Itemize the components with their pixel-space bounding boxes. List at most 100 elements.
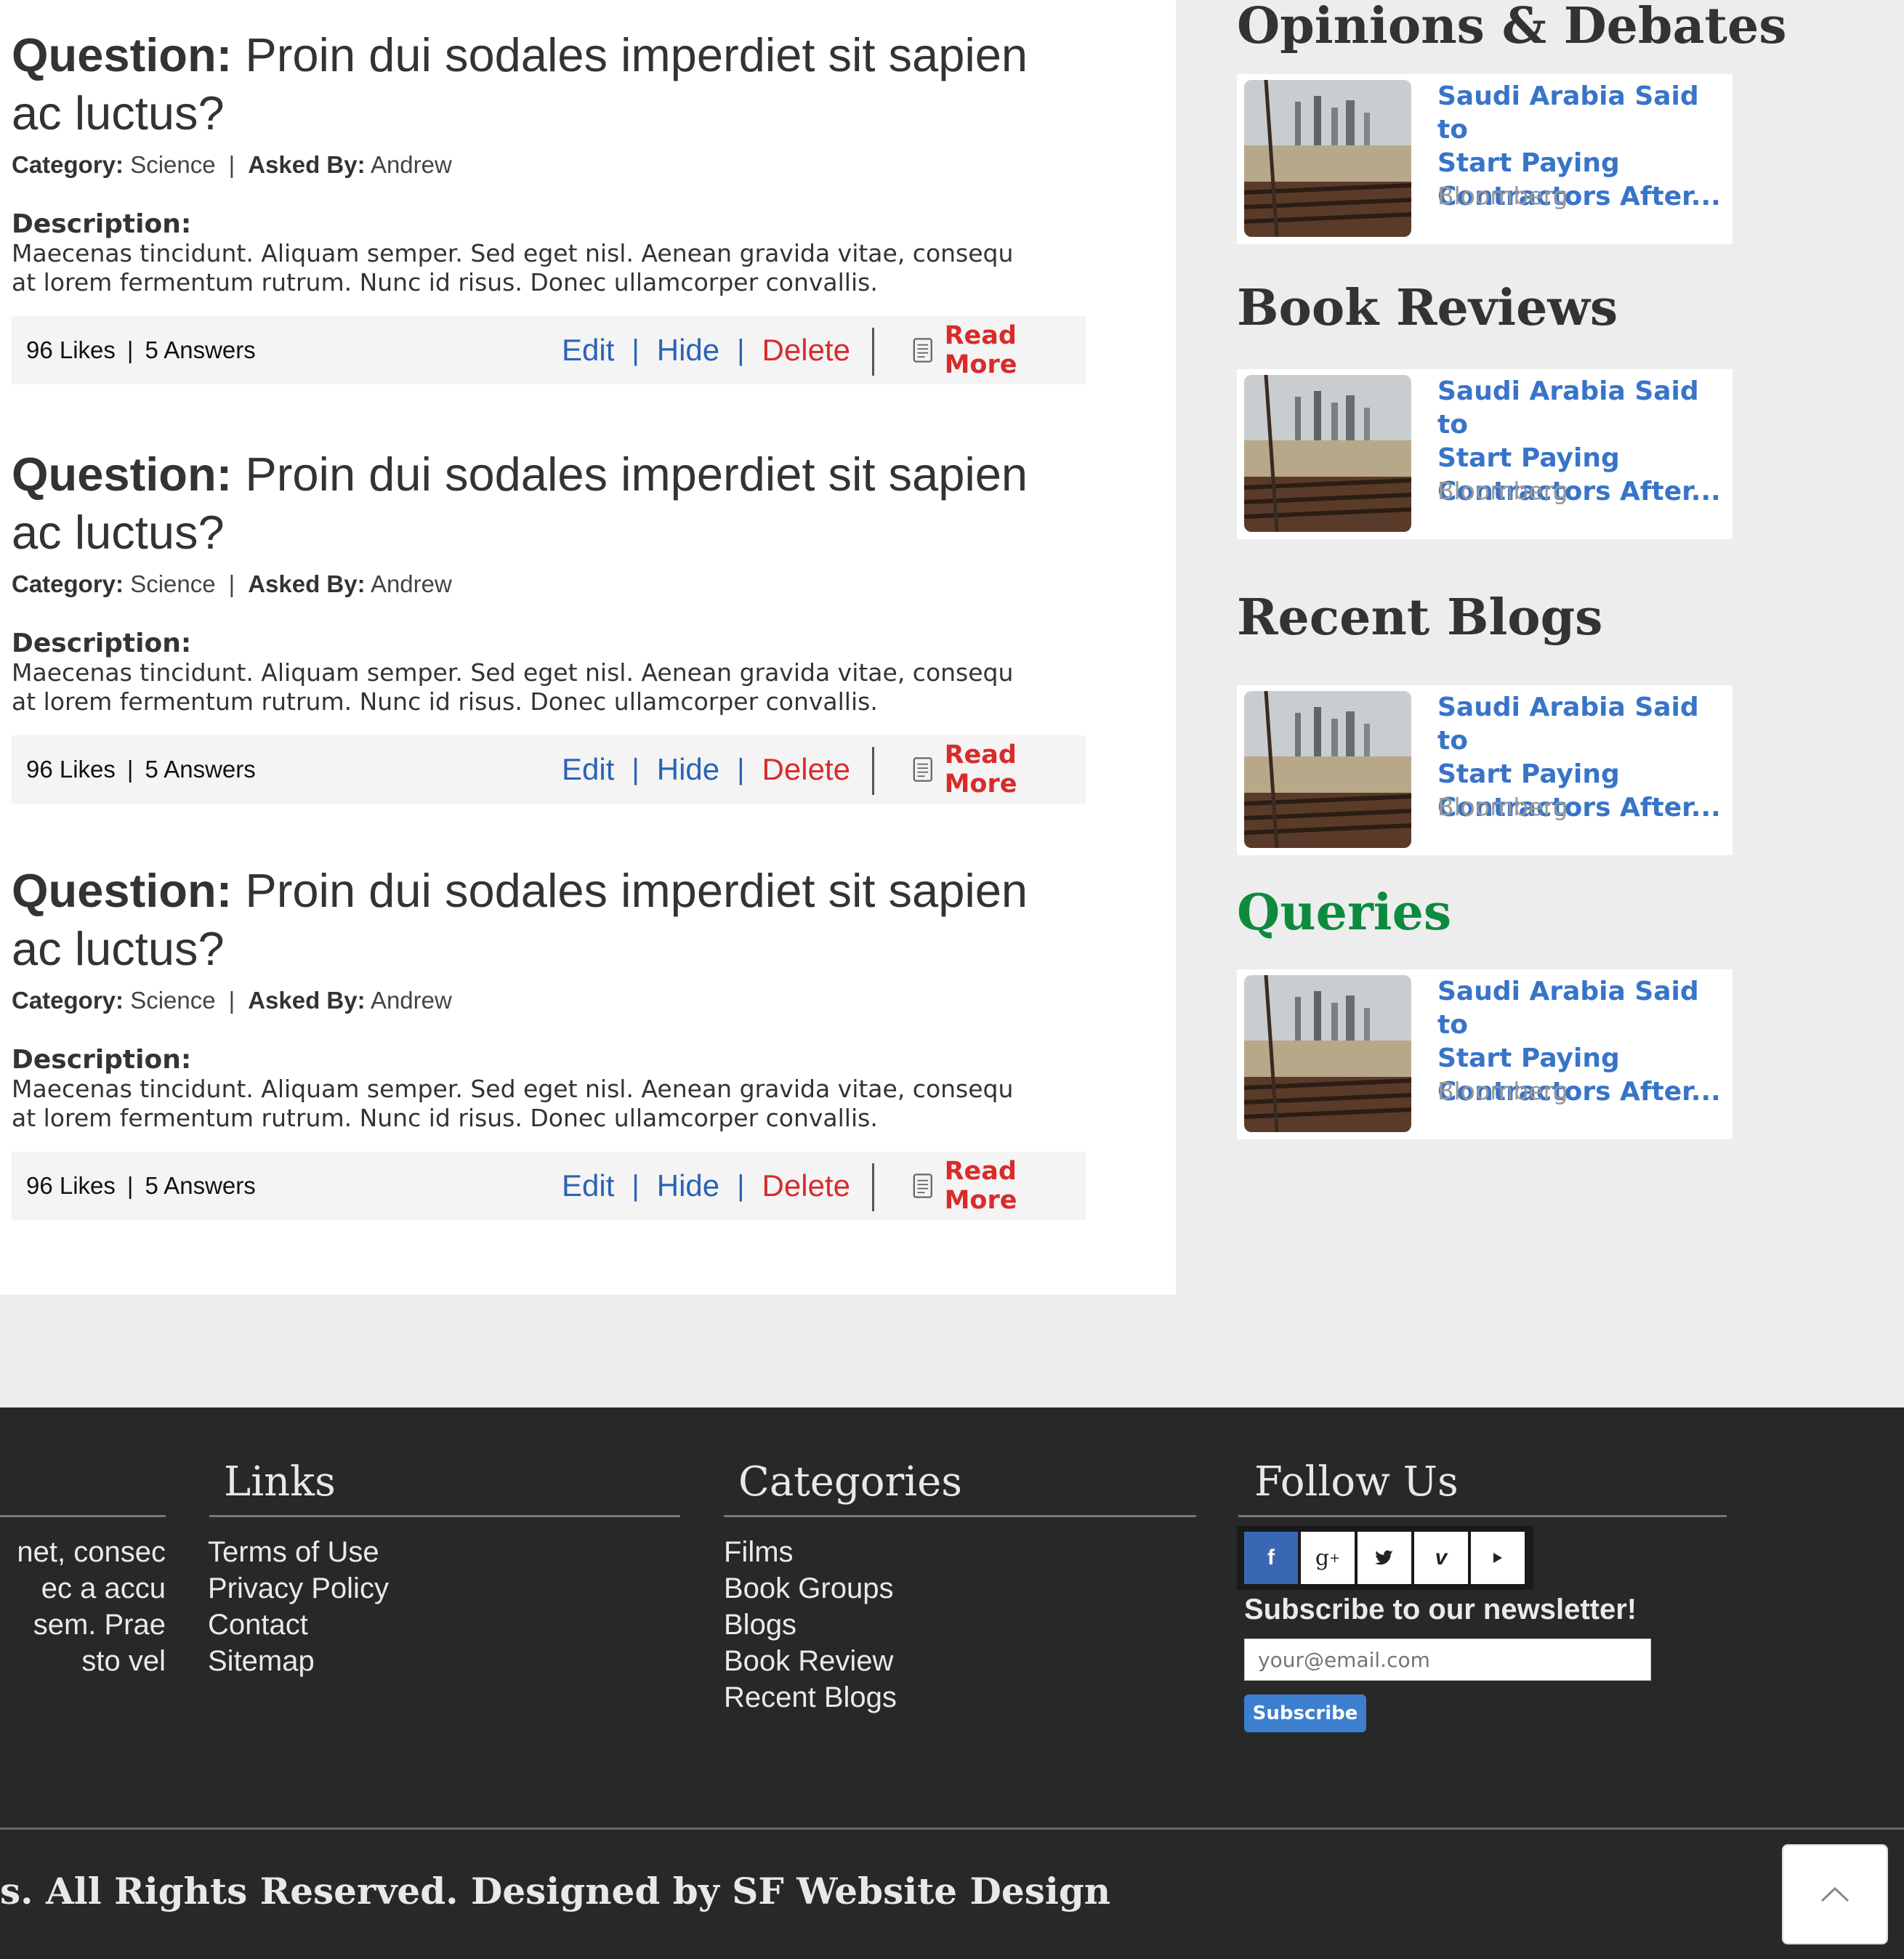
facebook-icon[interactable]: f [1244,1532,1298,1584]
divider [872,1163,874,1211]
news-thumbnail [1244,691,1411,848]
hide-link[interactable]: Hide [657,1168,719,1203]
news-card[interactable]: Saudi Arabia Said to Start Paying Contract… [1237,74,1732,244]
footer-links-list: Terms of Use Privacy Policy Contact Site… [208,1534,389,1679]
news-card[interactable]: Saudi Arabia Said to Start Paying Contract… [1237,369,1732,539]
document-icon [913,757,932,782]
news-card[interactable]: Saudi Arabia Said to Start Paying Contract… [1237,685,1732,855]
social-icons: f g + v [1237,1526,1533,1590]
twitter-icon[interactable] [1358,1532,1411,1584]
question-actions-bar: 96 Likes | 5 Answers Edit | Hide | Delete Read… [12,316,1086,384]
question-label: Question: [12,864,233,917]
question-title: Question: Proin dui sodales imperdiet si… [12,26,1086,142]
question-label: Question: [12,28,233,81]
category-value: Science [130,570,216,597]
footer-category-book-review[interactable]: Book Review [724,1643,897,1679]
delete-link[interactable]: Delete [762,752,850,787]
asked-by-label: Asked By: [248,570,366,597]
description-label: Description: [12,629,192,658]
edit-link[interactable]: Edit [562,752,614,787]
read-more-label[interactable]: Read More [945,740,1086,799]
section-heading-recent-blogs: Recent Blogs [1237,589,1603,647]
likes-count: 96 Likes [26,756,116,783]
description-text: Maecenas tincidunt. Aliquam semper. Sed … [12,658,1014,716]
divider [0,1515,166,1517]
question-title: Question: Proin dui sodales imperdiet si… [12,445,1086,562]
section-heading-opinions: Opinions & Debates [1237,0,1787,55]
footer-link-terms[interactable]: Terms of Use [208,1534,389,1570]
description-label: Description: [12,1045,192,1075]
footer-links-heading: Links [224,1458,336,1506]
question-counts: 96 Likes | 5 Answers [26,336,256,363]
read-more-label[interactable]: Read More [945,321,1086,379]
footer: net, consec ec a accu sem. Prae sto vel … [0,1407,1904,1959]
footer-categories-heading: Categories [738,1458,962,1506]
delete-link[interactable]: Delete [762,1168,850,1203]
category-label: Category: [12,570,124,597]
newsletter-email-input[interactable] [1244,1639,1651,1681]
footer-link-privacy[interactable]: Privacy Policy [208,1570,389,1607]
back-to-top-button[interactable] [1782,1844,1888,1944]
hide-link[interactable]: Hide [657,333,719,368]
footer-category-recent-blogs[interactable]: Recent Blogs [724,1679,897,1716]
section-heading-queries: Queries [1237,884,1452,942]
read-more-label[interactable]: Read More [945,1157,1086,1215]
news-card[interactable]: Saudi Arabia Said to Start Paying Contract… [1237,969,1732,1139]
question-meta: Category: Science | Asked By: Andrew [12,570,452,597]
question-item: Question: Proin dui sodales imperdiet si… [12,26,1086,384]
subscribe-button[interactable]: Subscribe [1244,1695,1366,1732]
category-label: Category: [12,987,124,1014]
question-meta: Category: Science | Asked By: Andrew [12,987,452,1014]
read-more-link[interactable]: Read More [913,740,1086,799]
document-icon [913,1174,932,1198]
answers-count: 5 Answers [145,756,256,783]
divider [724,1515,1196,1517]
divider [0,1827,1904,1830]
document-icon [913,338,932,363]
divider [872,328,874,376]
divider [209,1515,680,1517]
asked-by-label: Asked By: [248,151,366,178]
likes-count: 96 Likes [26,336,116,363]
answers-count: 5 Answers [145,1172,256,1199]
question-label: Question: [12,448,233,501]
google-plus-icon[interactable]: g + [1301,1532,1355,1584]
question-counts: 96 Likes | 5 Answers [26,756,256,783]
chevron-up-icon [1820,1886,1849,1902]
read-more-link[interactable]: Read More [913,321,1086,379]
footer-follow-heading: Follow Us [1254,1458,1459,1506]
footer-category-blogs[interactable]: Blogs [724,1607,897,1643]
footer-link-contact[interactable]: Contact [208,1607,389,1643]
footer-link-sitemap[interactable]: Sitemap [208,1643,389,1679]
copyright-text: s. All Rights Reserved. Designed by SF W… [0,1870,1111,1912]
news-thumbnail [1244,975,1411,1132]
edit-link[interactable]: Edit [562,1168,614,1203]
footer-about-text: net, consec ec a accu sem. Prae sto vel [17,1536,166,1677]
question-actions-bar: 96 Likes | 5 Answers Edit | Hide | Delete Read… [12,1152,1086,1220]
footer-category-book-groups[interactable]: Book Groups [724,1570,897,1607]
question-title: Question: Proin dui sodales imperdiet si… [12,862,1086,978]
read-more-link[interactable]: Read More [913,1157,1086,1215]
hide-link[interactable]: Hide [657,752,719,787]
question-item: Question: Proin dui sodales imperdiet si… [12,862,1086,1220]
vimeo-icon[interactable]: v [1414,1532,1468,1584]
description-label: Description: [12,209,192,239]
category-value: Science [130,987,216,1014]
question-counts: 96 Likes | 5 Answers [26,1172,256,1199]
news-source: Bloomberg [1437,477,1568,505]
footer-category-films[interactable]: Films [724,1534,897,1570]
divider [872,747,874,795]
question-list: Question: Proin dui sodales imperdiet si… [0,0,1176,1295]
asked-by-label: Asked By: [248,987,366,1014]
news-source: Bloomberg [1437,182,1568,210]
section-heading-book-reviews: Book Reviews [1237,279,1618,337]
answers-count: 5 Answers [145,336,256,363]
likes-count: 96 Likes [26,1172,116,1199]
question-actions-bar: 96 Likes | 5 Answers Edit | Hide | Delete Read… [12,735,1086,804]
description-text: Maecenas tincidunt. Aliquam semper. Sed … [12,239,1014,296]
news-source: Bloomberg [1437,1077,1568,1105]
asked-by-value: Andrew [370,570,452,597]
edit-link[interactable]: Edit [562,333,614,368]
delete-link[interactable]: Delete [762,333,850,368]
youtube-icon[interactable] [1471,1532,1525,1584]
